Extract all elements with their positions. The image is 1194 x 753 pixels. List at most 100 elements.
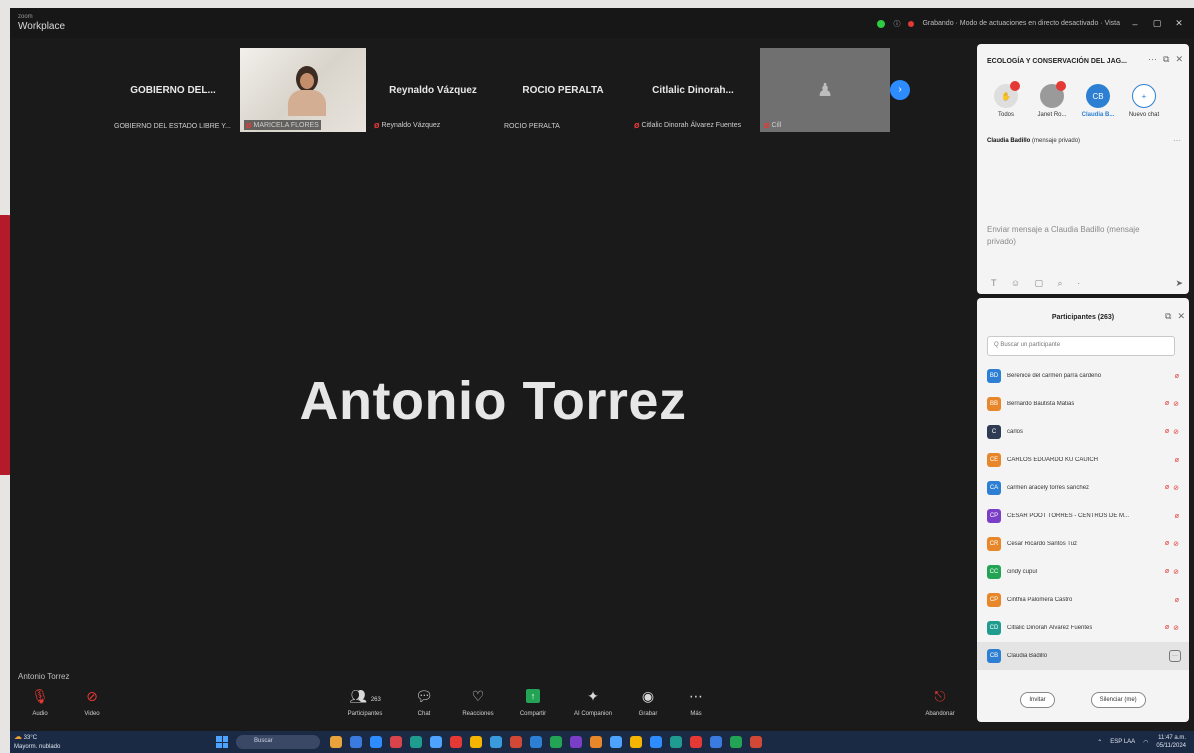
close-window-button[interactable]: ✕ xyxy=(1172,18,1186,29)
participant-search-input[interactable]: Q Buscar un participante xyxy=(987,336,1175,356)
participant-status: ø xyxy=(1175,373,1179,380)
chat-message-input[interactable]: Enviar mensaje a Claudia Badillo (mensaj… xyxy=(987,224,1167,248)
minimize-button[interactable]: – xyxy=(1128,19,1142,29)
taskbar-app-icon[interactable] xyxy=(570,736,582,748)
participant-row[interactable]: CP Cinthia Palomera Castro ø xyxy=(977,586,1189,614)
reactions-button[interactable]: ♡ Reacciones xyxy=(448,687,508,717)
share-button[interactable]: ↑ Compartir xyxy=(503,687,563,717)
more-options-icon[interactable]: ··· xyxy=(1148,54,1157,65)
participant-row[interactable]: CB Claudia Badillo ··· xyxy=(977,642,1189,670)
invite-button[interactable]: Invitar xyxy=(1020,692,1055,708)
taskbar-app-icon[interactable] xyxy=(350,736,362,748)
participant-row[interactable]: CP CESAR POOT TORRES - CENTROS DE M... ø xyxy=(977,502,1189,530)
taskbar-app-icon[interactable] xyxy=(710,736,722,748)
video-off-icon: ⊘ xyxy=(1173,625,1179,632)
participants-button[interactable]: 👥︎ 263 Participantes xyxy=(335,687,395,717)
taskbar-app-icon[interactable] xyxy=(750,736,762,748)
taskbar-app-icon[interactable] xyxy=(510,736,522,748)
participants-footer: Invitar Silenciar (me) xyxy=(977,692,1189,708)
chat-panel: ECOLOGÍA Y CONSERVACIÓN DEL JAG... ··· ⧉… xyxy=(977,44,1189,294)
taskbar-app-icon[interactable] xyxy=(390,736,402,748)
taskbar-app-icon[interactable] xyxy=(490,736,502,748)
next-page-button[interactable]: › xyxy=(890,80,910,100)
participant-row[interactable]: CR Cesar Ricardo Santos Tuz ø ⊘ xyxy=(977,530,1189,558)
video-tile-cill[interactable]: ♟ ø Cill xyxy=(760,48,890,132)
security-shield-icon[interactable] xyxy=(877,19,886,28)
taskbar-app-icon[interactable] xyxy=(590,736,602,748)
tile-name: Citlalic Dinorah... xyxy=(652,84,734,96)
taskbar-app-icon[interactable] xyxy=(650,736,662,748)
more-icon[interactable]: ··· xyxy=(1173,136,1181,145)
video-button[interactable]: ⊘ Video xyxy=(62,687,122,717)
participant-row[interactable]: BD Berenice del carmen parra cardeno ø xyxy=(977,362,1189,390)
leave-button[interactable]: ⎋ Abandonar xyxy=(910,687,970,717)
maximize-button[interactable]: ▢ xyxy=(1150,18,1164,29)
chat-format-tools[interactable]: T ☺ ▢ ⌕ · xyxy=(991,278,1086,289)
active-speaker-name: Antonio Torrez xyxy=(299,370,687,431)
participant-row[interactable]: CA carmen aracely torres sanchez ø ⊘ xyxy=(977,474,1189,502)
language-indicator[interactable]: ESP LAA xyxy=(1110,739,1135,745)
clock[interactable]: 11:47 a.m. 05/11/2024 xyxy=(1156,734,1186,750)
recording-status[interactable]: Grabando · Modo de actuaciones en direct… xyxy=(922,20,1120,27)
participant-row[interactable]: Ccarlos ø ⊘ xyxy=(977,418,1189,446)
taskbar-search-input[interactable]: Buscar xyxy=(236,735,320,749)
weather-widget[interactable]: ☁ 33°C Mayorm. nublado xyxy=(14,732,60,752)
more-button[interactable]: ⋯ Más xyxy=(666,687,726,717)
participant-name: carlos xyxy=(1007,429,1024,435)
video-tile-reynaldo[interactable]: Reynaldo Vázquez ø Reynaldo Vázquez xyxy=(370,48,496,132)
mic-muted-icon: ø xyxy=(1164,428,1170,435)
taskbar-app-icon[interactable] xyxy=(670,736,682,748)
tile-label: ø Reynaldo Vázquez xyxy=(374,120,441,130)
taskbar-app-icon[interactable] xyxy=(330,736,342,748)
popout-icon[interactable]: ⧉ xyxy=(1163,54,1169,65)
taskbar-app-icon[interactable] xyxy=(530,736,542,748)
audio-button[interactable]: 🎙︎ Audio xyxy=(10,687,70,717)
participant-name: Berenice del carmen parra cardeno xyxy=(1007,373,1102,379)
windows-taskbar: ☁ 33°C Mayorm. nublado Buscar ⌃ ESP LAA … xyxy=(10,731,1194,753)
new-chat-button[interactable]: + Nuevo chat xyxy=(1125,84,1163,118)
sparkle-icon: ✦ xyxy=(587,688,599,704)
avatar: CP xyxy=(987,593,1001,607)
send-icon[interactable]: ➤ xyxy=(1175,278,1183,289)
taskbar-app-icon[interactable] xyxy=(470,736,482,748)
wifi-icon[interactable]: ◠ xyxy=(1143,739,1148,746)
participant-row[interactable]: CC cindy cupul ø ⊘ xyxy=(977,558,1189,586)
taskbar-app-icon[interactable] xyxy=(610,736,622,748)
info-icon[interactable]: ⓘ xyxy=(893,19,900,29)
taskbar-app-icon[interactable] xyxy=(370,736,382,748)
tile-label: ROCIO PERALTA xyxy=(504,123,560,130)
participant-name: CESAR POOT TORRES - CENTROS DE M... xyxy=(1007,513,1130,519)
taskbar-app-icon[interactable] xyxy=(730,736,742,748)
video-off-icon: ⊘ xyxy=(1173,485,1179,492)
tile-label: GOBIERNO DEL ESTADO LIBRE Y... xyxy=(114,123,231,130)
video-tile-citlalic[interactable]: Citlalic Dinorah... ø Citlalic Dinorah Á… xyxy=(630,48,756,132)
taskbar-app-icon[interactable] xyxy=(630,736,642,748)
video-off-icon: ⊘ xyxy=(1173,541,1179,548)
recipient-everyone[interactable]: ✋ Todos xyxy=(987,81,1025,118)
taskbar-app-icon[interactable] xyxy=(430,736,442,748)
chevron-up-icon[interactable]: ⌃ xyxy=(1097,739,1102,746)
close-icon[interactable]: ✕ xyxy=(1175,54,1183,65)
close-icon[interactable]: ✕ xyxy=(1177,311,1185,322)
video-tile-gobierno[interactable]: GOBIERNO DEL... GOBIERNO DEL ESTADO LIBR… xyxy=(110,48,236,132)
taskbar-app-icon[interactable] xyxy=(450,736,462,748)
taskbar-app-icon[interactable] xyxy=(550,736,562,748)
video-tile-maricela[interactable]: ø MARICELA FLORES xyxy=(240,48,366,132)
system-tray: ⌃ ESP LAA ◠ 11:47 a.m. 05/11/2024 xyxy=(1097,734,1186,750)
recipient-janet[interactable]: Janet Ro... xyxy=(1033,81,1071,118)
chat-button[interactable]: 💬︎ Chat xyxy=(394,687,454,717)
participant-row[interactable]: CE CARLOS EDUARDO KU CAUICH ø xyxy=(977,446,1189,474)
share-icon: ↑ xyxy=(526,689,540,703)
mute-all-button[interactable]: Silenciar (me) xyxy=(1090,692,1146,708)
active-speaker-view: Antonio Torrez xyxy=(10,138,976,663)
participant-row[interactable]: BB Bernardo Bautista Matias ø ⊘ xyxy=(977,390,1189,418)
participant-row[interactable]: CD Citlalic Dinorah Álvarez Fuentes ø ⊘ xyxy=(977,614,1189,642)
participant-more-button[interactable]: ··· xyxy=(1169,650,1181,662)
taskbar-app-icon[interactable] xyxy=(410,736,422,748)
popout-icon[interactable]: ⧉ xyxy=(1165,311,1171,322)
windows-start-icon[interactable] xyxy=(216,736,228,748)
taskbar-app-icon[interactable] xyxy=(690,736,702,748)
video-tile-rocio[interactable]: ROCIO PERALTA ROCIO PERALTA xyxy=(500,48,626,132)
ai-companion-button[interactable]: ✦ AI Companion xyxy=(563,687,623,717)
recipient-claudia[interactable]: CB Claudia B... xyxy=(1079,84,1117,118)
